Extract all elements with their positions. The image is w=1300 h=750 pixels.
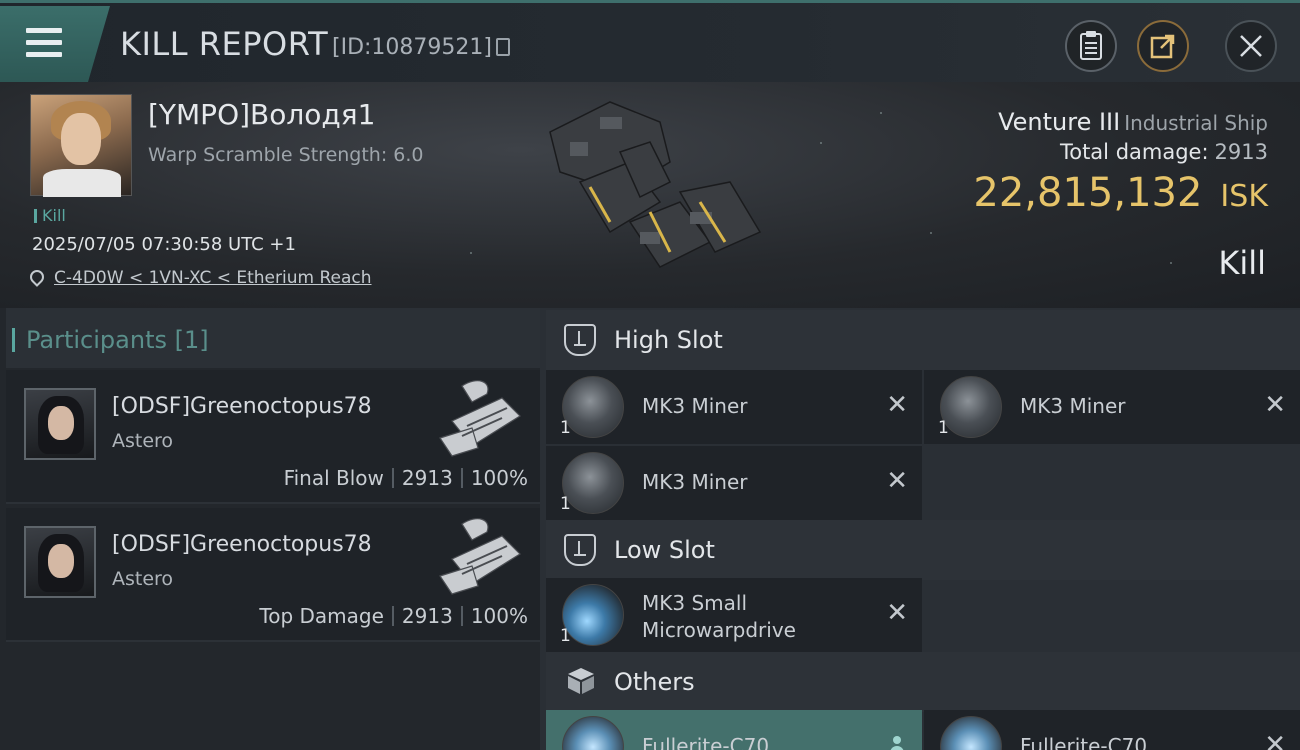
participant-percent: 100%: [470, 604, 528, 628]
participants-title: Participants [1]: [12, 326, 209, 354]
victim-ship-name: Venture III: [998, 108, 1121, 136]
clipboard-icon: [1080, 31, 1102, 60]
close-icon: [1240, 35, 1262, 57]
module-item[interactable]: 1 MK3 Small Microwarpdrive ✕: [546, 578, 922, 652]
high-slot-icon: [564, 324, 596, 356]
person-icon: [890, 736, 904, 750]
kill-summary-banner: [YMPO]Володя1 Warp Scramble Strength: 6.…: [0, 82, 1300, 308]
cube-icon: [568, 668, 594, 694]
destroyed-x-icon: ✕: [886, 466, 908, 496]
kill-result-label: Kill: [1218, 244, 1266, 282]
participant-damage: 2913: [401, 466, 453, 490]
close-button[interactable]: [1225, 20, 1277, 72]
low-slot-label: Low Slot: [614, 536, 715, 564]
location-pin-icon: [27, 267, 47, 287]
module-name: MK3 Miner: [642, 470, 748, 494]
menu-icon: [26, 28, 62, 58]
report-id-text: [ID:10879521]: [332, 35, 492, 60]
total-damage-value: 2913: [1214, 140, 1268, 164]
isk-unit: ISK: [1220, 179, 1268, 214]
isk-value: 22,815,132 ISK: [973, 170, 1268, 216]
module-item[interactable]: 1 MK3 Miner ✕: [546, 370, 922, 444]
clipboard-button[interactable]: [1065, 20, 1117, 72]
participant-name: [ODSF]Greenoctopus78: [112, 532, 372, 557]
fitting-panel: High Slot 1 MK3 Miner ✕ 1 MK3 Miner ✕ 1 …: [540, 308, 1300, 750]
module-qty: 1: [560, 494, 571, 514]
victim-name[interactable]: [YMPO]Володя1: [148, 98, 375, 131]
miner-module-icon: [562, 452, 624, 514]
participant-stats: Final Blow 2913 100%: [284, 466, 528, 490]
kill-location-link[interactable]: C-4D0W < 1VN-XC < Etherium Reach: [27, 267, 372, 288]
participant-avatar[interactable]: [24, 388, 96, 460]
total-damage: Total damage: 2913: [1060, 140, 1268, 164]
miner-module-icon: [940, 376, 1002, 438]
others-header: Others: [546, 652, 1300, 712]
cargo-item[interactable]: Fullerite-C70: [546, 710, 922, 750]
high-slot-label: High Slot: [614, 326, 723, 354]
miner-module-icon: [562, 376, 624, 438]
report-id[interactable]: [ID:10879521]: [332, 35, 510, 60]
low-slot-icon: [564, 534, 596, 566]
share-icon: [1150, 34, 1175, 59]
menu-button[interactable]: [0, 6, 110, 82]
header-bar: KILL REPORT [ID:10879521]: [0, 0, 1300, 82]
fullerite-icon: [940, 716, 1002, 750]
participants-panel: Participants [1] [ODSF]Greenoctopus78 As…: [0, 308, 540, 750]
destroyed-x-icon: ✕: [1264, 390, 1286, 420]
others-label: Others: [614, 668, 695, 696]
isk-amount: 22,815,132: [973, 170, 1203, 216]
participants-header: Participants [1]: [6, 308, 540, 368]
module-item[interactable]: 1 MK3 Miner ✕: [546, 446, 922, 520]
share-button[interactable]: [1137, 20, 1189, 72]
participant-stats: Top Damage 2913 100%: [259, 604, 528, 628]
participant-ship-image: [439, 518, 521, 595]
participant-avatar[interactable]: [24, 526, 96, 598]
victim-ship[interactable]: Venture III Industrial Ship: [998, 108, 1268, 136]
copy-icon[interactable]: [495, 38, 510, 56]
module-name: MK3 Small Microwarpdrive: [642, 590, 796, 644]
participant-percent: 100%: [470, 466, 528, 490]
destroyed-x-icon: ✕: [886, 390, 908, 420]
participant-ship-image: [439, 380, 521, 457]
cargo-item[interactable]: Fullerite-C70 ✕: [924, 710, 1300, 750]
participant-row[interactable]: [ODSF]Greenoctopus78 Astero Top Damage 29…: [6, 508, 540, 642]
victim-ship-image: [549, 101, 762, 268]
destroyed-x-icon: ✕: [886, 598, 908, 628]
high-slot-header: High Slot: [546, 310, 1300, 370]
module-qty: 1: [938, 418, 949, 438]
kill-timestamp: 2025/07/05 07:30:58 UTC +1: [32, 234, 296, 255]
victim-avatar[interactable]: [30, 94, 132, 197]
fullerite-icon: [562, 716, 624, 750]
module-name: MK3 Miner: [642, 394, 748, 418]
destroyed-x-icon: ✕: [1264, 730, 1286, 750]
participant-damage: 2913: [401, 604, 453, 628]
page-title: KILL REPORT: [120, 25, 329, 63]
module-name: MK3 Miner: [1020, 394, 1126, 418]
cargo-name: Fullerite-C70: [642, 734, 770, 750]
module-qty: 1: [560, 626, 571, 646]
participant-role: Final Blow: [283, 466, 384, 490]
participant-ship: Astero: [112, 568, 174, 590]
module-name-line1: MK3 Small: [642, 591, 747, 615]
victim-ship-class: Industrial Ship: [1124, 111, 1268, 135]
module-item[interactable]: 1 MK3 Miner ✕: [924, 370, 1300, 444]
participant-row[interactable]: [ODSF]Greenoctopus78 Astero Final Blow 29…: [6, 370, 540, 504]
cargo-name: Fullerite-C70: [1020, 734, 1148, 750]
participant-ship: Astero: [112, 430, 174, 452]
kill-location-text: C-4D0W < 1VN-XC < Etherium Reach: [54, 268, 372, 288]
module-name-line2: Microwarpdrive: [642, 618, 796, 642]
microwarpdrive-module-icon: [562, 584, 624, 646]
kill-tag: Kill: [34, 206, 66, 225]
module-qty: 1: [560, 418, 571, 438]
total-damage-label: Total damage:: [1059, 140, 1209, 164]
victim-warp-scramble: Warp Scramble Strength: 6.0: [148, 144, 424, 166]
participant-name: [ODSF]Greenoctopus78: [112, 394, 372, 419]
participant-role: Top Damage: [259, 604, 384, 628]
low-slot-header: Low Slot: [546, 520, 1300, 580]
